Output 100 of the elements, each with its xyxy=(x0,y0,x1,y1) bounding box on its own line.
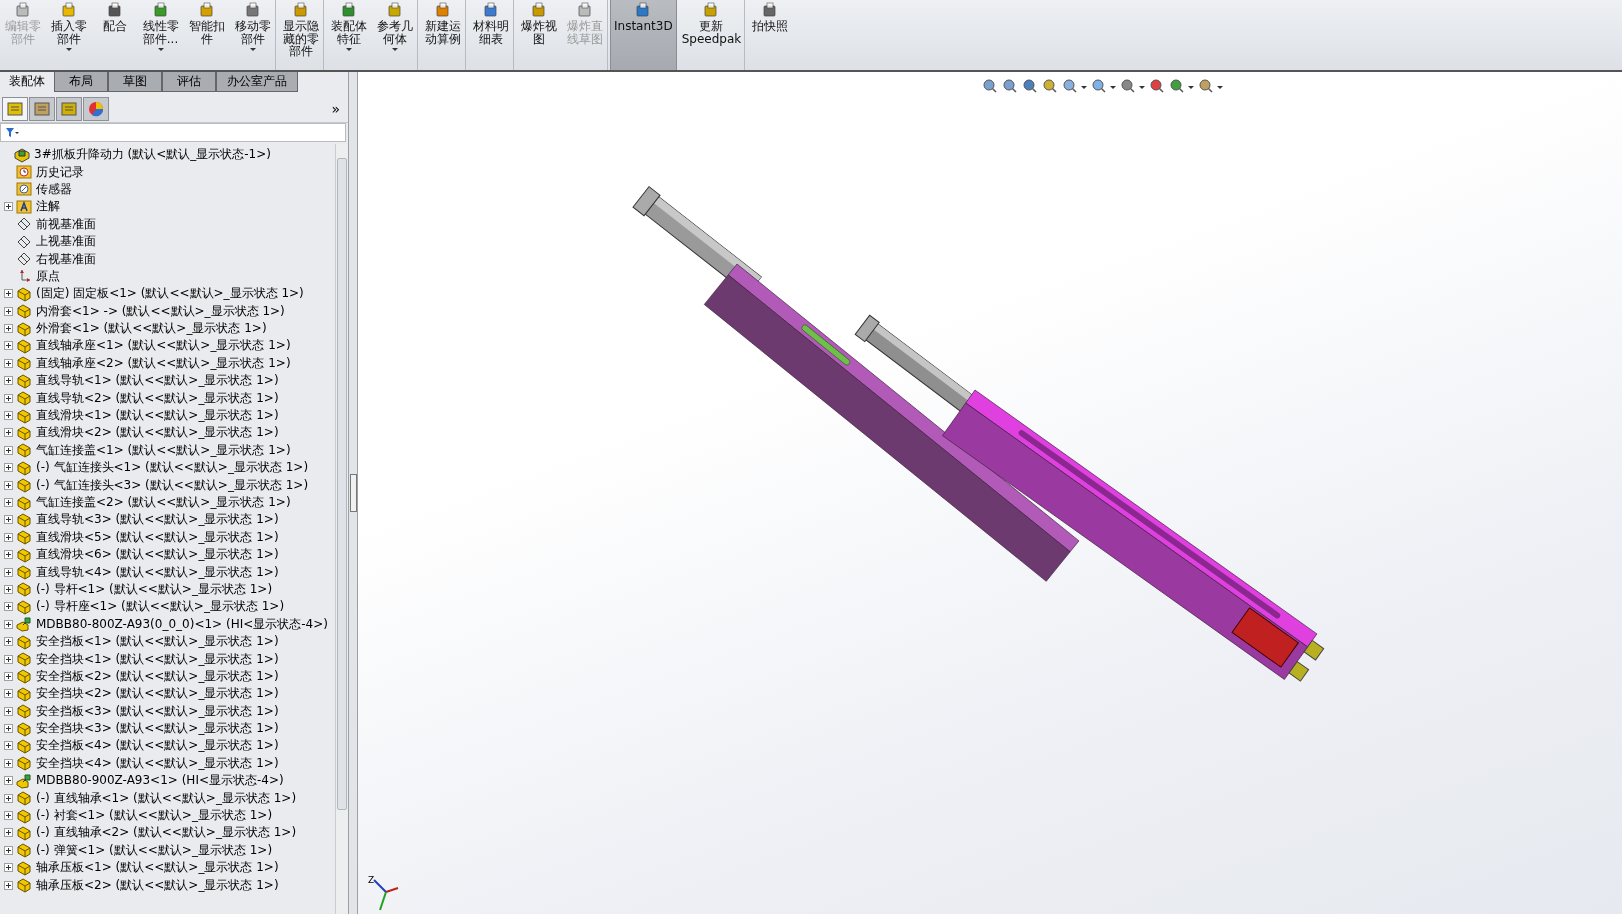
expand-toggle-icon[interactable] xyxy=(4,411,13,421)
tree-item[interactable]: 轴承压板<2> (默认<<默认>_显示状态 1>) xyxy=(36,876,279,894)
expand-toggle-icon[interactable] xyxy=(4,376,13,386)
expand-toggle-icon[interactable] xyxy=(4,584,13,594)
toolbar-button[interactable]: 更新 Speedpak xyxy=(678,0,746,70)
view-button[interactable] xyxy=(1198,78,1223,94)
toolbar-button[interactable]: 配合 xyxy=(92,0,138,70)
expand-toggle-icon[interactable] xyxy=(4,324,13,334)
tab[interactable]: 评估 xyxy=(162,72,216,92)
tree-item[interactable]: MDBB80-900Z-A93<1> (HI<显示状态-4>) xyxy=(36,772,284,790)
expand-toggle-icon[interactable] xyxy=(4,880,13,890)
tree-item[interactable]: (-) 气缸连接头<3> (默认<<默认>_显示状态 1>) xyxy=(36,476,309,494)
expand-toggle-icon[interactable] xyxy=(4,654,13,664)
expand-toggle-icon[interactable] xyxy=(4,445,13,455)
expand-toggle-icon[interactable] xyxy=(4,863,13,873)
toolbar-button[interactable]: 爆炸视 图 xyxy=(516,0,562,70)
tree-item[interactable]: (固定) 固定板<1> (默认<<默认>_显示状态 1>) xyxy=(36,285,304,303)
tree-item[interactable]: 直线导轨<1> (默认<<默认>_显示状态 1>) xyxy=(36,372,279,390)
expand-toggle-icon[interactable] xyxy=(4,845,13,855)
expand-toggle-icon[interactable] xyxy=(4,567,13,577)
tree-item[interactable]: 直线导轨<3> (默认<<默认>_显示状态 1>) xyxy=(36,511,279,529)
view-button[interactable] xyxy=(1091,78,1116,94)
tab[interactable]: 草图 xyxy=(108,72,162,92)
tree-item[interactable]: 安全挡块<2> (默认<<默认>_显示状态 1>) xyxy=(36,685,279,703)
toolbar-button[interactable]: 线性零 部件... xyxy=(138,0,184,70)
expand-toggle-icon[interactable] xyxy=(4,306,13,316)
expand-toggle-icon[interactable] xyxy=(4,602,13,612)
toolbar-button[interactable]: 显示隐 藏的零 部件 xyxy=(278,0,324,70)
expand-toggle-icon[interactable] xyxy=(4,480,13,490)
tree-item[interactable]: 直线滑块<6> (默认<<默认>_显示状态 1>) xyxy=(36,546,279,564)
toolbar-button[interactable]: 插入零 部件 xyxy=(46,0,92,70)
toolbar-button[interactable]: Instant3D xyxy=(610,0,677,70)
toolbar-button[interactable]: 移动零 部件 xyxy=(230,0,276,70)
expand-toggle-icon[interactable] xyxy=(4,758,13,768)
tree-item[interactable]: MDBB80-800Z-A93(0_0_0)<1> (HI<显示状态-4>) xyxy=(36,615,328,633)
more-button[interactable]: » xyxy=(325,101,346,117)
tree-item[interactable]: (-) 导杆座<1> (默认<<默认>_显示状态 1>) xyxy=(36,598,285,616)
toolbar-button[interactable]: 材料明 细表 xyxy=(468,0,514,70)
tree-item[interactable]: (-) 直线轴承<2> (默认<<默认>_显示状态 1>) xyxy=(36,824,297,842)
expand-toggle-icon[interactable] xyxy=(4,550,13,560)
tree-item[interactable]: 直线滑块<1> (默认<<默认>_显示状态 1>) xyxy=(36,407,279,425)
tree-item[interactable]: 内滑套<1> -> (默认<<默认>_显示状态 1>) xyxy=(36,302,285,320)
expand-toggle-icon[interactable] xyxy=(4,706,13,716)
expand-toggle-icon[interactable] xyxy=(4,515,13,525)
tree-item[interactable]: (-) 弹簧<1> (默认<<默认>_显示状态 1>) xyxy=(36,841,273,859)
expand-toggle-icon[interactable] xyxy=(4,393,13,403)
panel-tab[interactable] xyxy=(83,97,109,121)
tree-item[interactable]: 轴承压板<1> (默认<<默认>_显示状态 1>) xyxy=(36,859,279,877)
tree-item[interactable]: 直线导轨<2> (默认<<默认>_显示状态 1>) xyxy=(36,389,279,407)
tree-item[interactable]: 3#抓板升降动力 (默认<默认_显示状态-1>) xyxy=(34,146,271,164)
toolbar-button[interactable]: 参考几 何体 xyxy=(372,0,418,70)
panel-tab[interactable] xyxy=(2,97,28,121)
tree-item[interactable]: 注解 xyxy=(36,198,60,216)
tree-item[interactable]: 安全挡板<4> (默认<<默认>_显示状态 1>) xyxy=(36,737,279,755)
expand-toggle-icon[interactable] xyxy=(4,689,13,699)
expand-toggle-icon[interactable] xyxy=(4,289,13,299)
tree-item[interactable]: 前视基准面 xyxy=(36,215,96,233)
tree-item[interactable]: (-) 直线轴承<1> (默认<<默认>_显示状态 1>) xyxy=(36,789,297,807)
expand-toggle-icon[interactable] xyxy=(4,828,13,838)
expand-toggle-icon[interactable] xyxy=(4,724,13,734)
expand-toggle-icon[interactable] xyxy=(4,741,13,751)
expand-toggle-icon[interactable] xyxy=(4,532,13,542)
tree-item[interactable]: 右视基准面 xyxy=(36,250,96,268)
tree-item[interactable]: 直线滑块<5> (默认<<默认>_显示状态 1>) xyxy=(36,528,279,546)
expand-toggle-icon[interactable] xyxy=(4,428,13,438)
tree-item[interactable]: 安全挡块<3> (默认<<默认>_显示状态 1>) xyxy=(36,720,279,738)
expand-toggle-icon[interactable] xyxy=(4,358,13,368)
tree-item[interactable]: 气缸连接盖<2> (默认<<默认>_显示状态 1>) xyxy=(36,494,291,511)
tree-item[interactable]: 传感器 xyxy=(36,180,72,198)
tree-item[interactable]: 安全挡块<4> (默认<<默认>_显示状态 1>) xyxy=(36,754,279,772)
expand-toggle-icon[interactable] xyxy=(4,811,13,821)
splitter-handle[interactable] xyxy=(349,474,357,512)
tab[interactable]: 布局 xyxy=(54,72,108,92)
3d-viewport[interactable]: Z xyxy=(358,72,1622,914)
tree-item[interactable]: 安全挡板<1> (默认<<默认>_显示状态 1>) xyxy=(36,633,279,651)
tree-item[interactable]: (-) 气缸连接头<1> (默认<<默认>_显示状态 1>) xyxy=(36,459,309,477)
toolbar-button[interactable]: 拍快照 xyxy=(747,0,794,70)
expand-toggle-icon[interactable] xyxy=(4,619,13,629)
tree-item[interactable]: 直线轴承座<1> (默认<<默认>_显示状态 1>) xyxy=(36,337,291,355)
expand-toggle-icon[interactable] xyxy=(4,341,13,351)
tree-item[interactable]: (-) 导杆<1> (默认<<默认>_显示状态 1>) xyxy=(36,580,273,598)
expand-toggle-icon[interactable] xyxy=(4,793,13,803)
tree-item[interactable]: 气缸连接盖<1> (默认<<默认>_显示状态 1>) xyxy=(36,441,291,459)
filter-icon[interactable] xyxy=(5,126,19,139)
tree-item[interactable]: 外滑套<1> (默认<<默认>_显示状态 1>) xyxy=(36,320,267,338)
view-button[interactable] xyxy=(1062,78,1087,94)
expand-toggle-icon[interactable] xyxy=(4,671,13,681)
toolbar-button[interactable]: 新建运 动算例 xyxy=(420,0,466,70)
tree-item[interactable]: 原点 xyxy=(36,267,60,285)
view-button[interactable] xyxy=(982,78,998,94)
expand-toggle-icon[interactable] xyxy=(4,202,13,212)
toolbar-button[interactable]: 智能扣 件 xyxy=(184,0,230,70)
expand-toggle-icon[interactable] xyxy=(4,776,13,786)
tree-item[interactable]: 上视基准面 xyxy=(36,233,96,251)
expand-toggle-icon[interactable] xyxy=(4,463,13,473)
tree-item[interactable]: 直线滑块<2> (默认<<默认>_显示状态 1>) xyxy=(36,424,279,442)
tree-item[interactable]: 安全挡板<2> (默认<<默认>_显示状态 1>) xyxy=(36,667,279,685)
view-button[interactable] xyxy=(1120,78,1145,94)
panel-tab[interactable] xyxy=(29,97,55,121)
expand-toggle-icon[interactable] xyxy=(4,637,13,647)
